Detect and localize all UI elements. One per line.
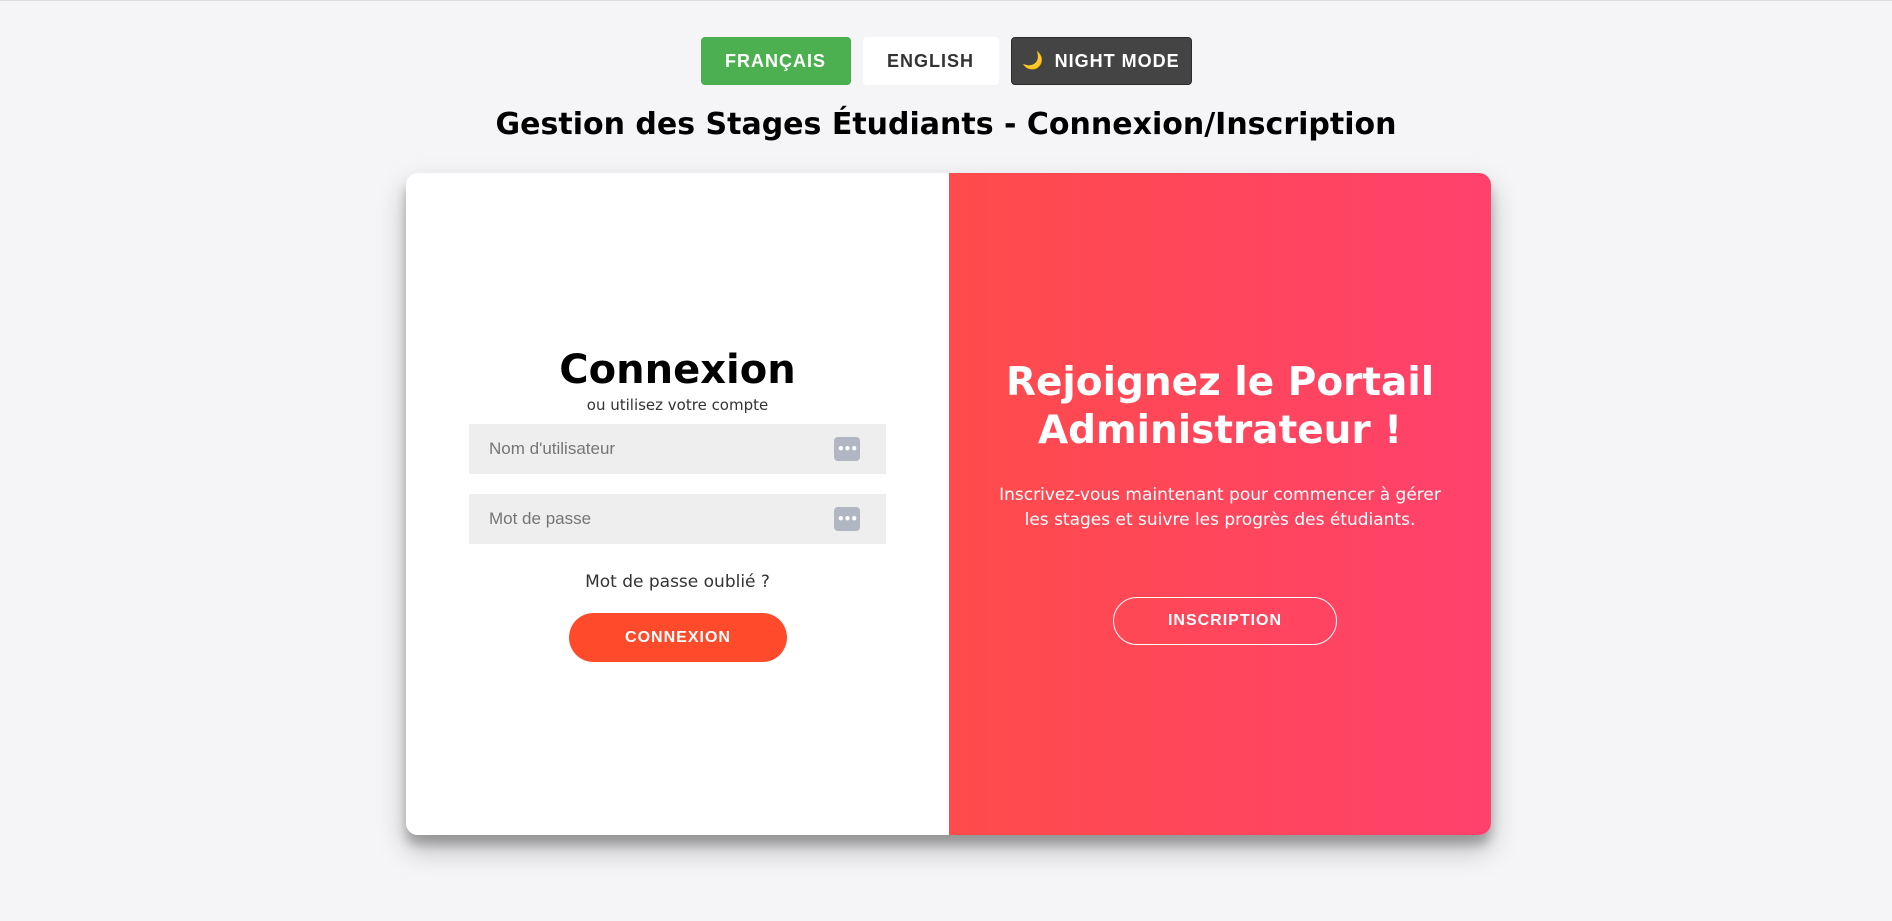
login-subtitle: ou utilisez votre compte	[586, 396, 769, 414]
signup-promo-panel: Rejoignez le Portail Administrateur ! In…	[949, 173, 1491, 835]
username-field: •••	[469, 424, 886, 474]
language-bar: FRANÇAIS ENGLISH 🌙 NIGHT MODE	[0, 37, 1892, 85]
promo-text: Inscrivez-vous maintenant pour commencer…	[999, 485, 1441, 530]
forgot-password-link[interactable]: Mot de passe oublié ?	[406, 572, 949, 592]
moon-icon: 🌙	[1022, 51, 1045, 70]
night-mode-label: NIGHT MODE	[1054, 50, 1180, 71]
french-language-button[interactable]: FRANÇAIS	[700, 37, 851, 85]
username-input[interactable]	[487, 438, 834, 460]
signup-button[interactable]: INSCRIPTION	[1113, 597, 1337, 645]
auth-card: Connexion ou utilisez votre compte ••• •…	[406, 173, 1491, 835]
night-mode-button[interactable]: 🌙 NIGHT MODE	[1010, 37, 1192, 85]
login-title: Connexion	[559, 347, 796, 393]
english-language-button[interactable]: ENGLISH	[862, 37, 999, 85]
password-input[interactable]	[487, 508, 834, 530]
password-manager-icon[interactable]: •••	[834, 507, 860, 531]
password-manager-icon[interactable]: •••	[834, 437, 860, 461]
login-button[interactable]: CONNEXION	[569, 613, 787, 662]
promo-title: Rejoignez le Portail Administrateur !	[1005, 360, 1435, 453]
login-panel: Connexion ou utilisez votre compte ••• •…	[406, 173, 949, 835]
password-field: •••	[469, 494, 886, 544]
page-title: Gestion des Stages Étudiants - Connexion…	[495, 107, 1397, 142]
